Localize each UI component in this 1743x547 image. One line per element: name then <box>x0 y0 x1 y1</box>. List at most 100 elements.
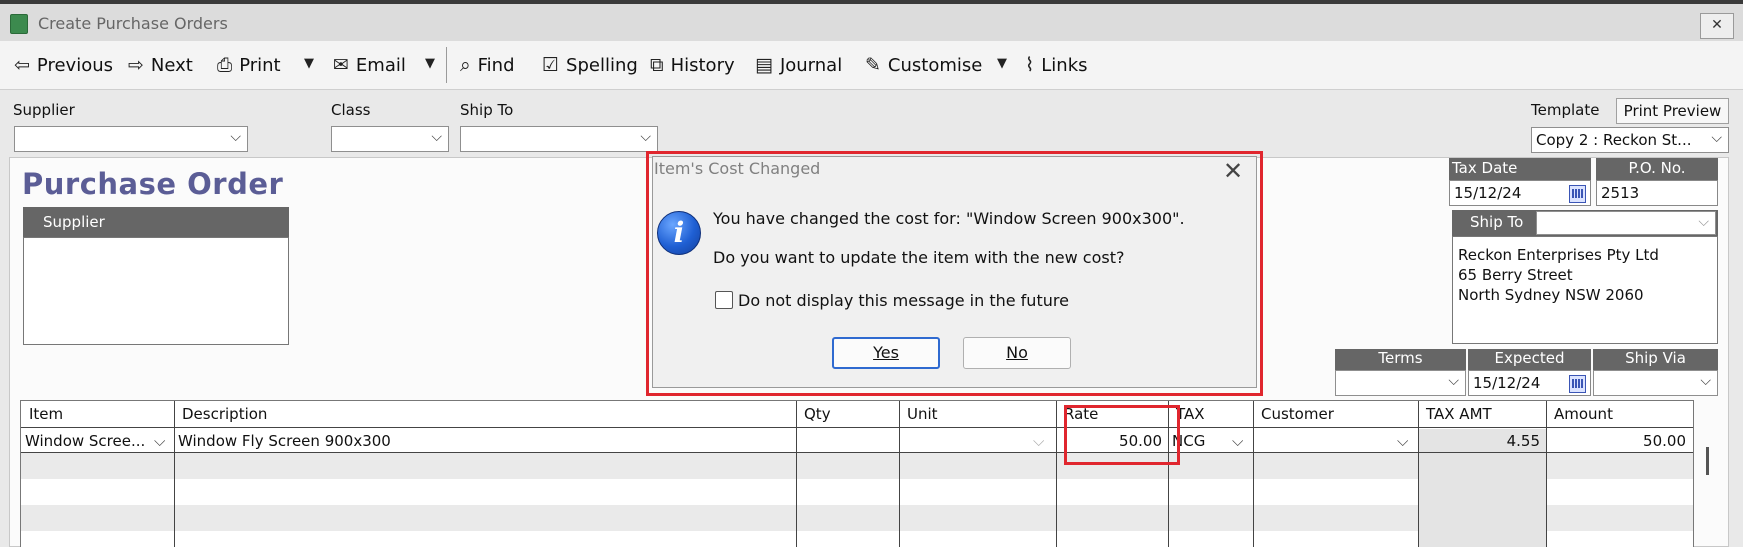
email-button[interactable]: ✉ Email <box>333 41 406 89</box>
links-button[interactable]: ⌇ Links <box>1025 41 1088 89</box>
supplier-box-header: Supplier <box>23 207 289 237</box>
ship-to-box-label: Ship To <box>1470 213 1524 231</box>
chevron-down-icon[interactable]: ⌵ <box>1232 429 1243 453</box>
cell-amount[interactable]: 50.00 <box>1546 429 1686 453</box>
column-header-unit[interactable]: Unit <box>899 401 1056 427</box>
po-no-field[interactable]: 2513 <box>1596 180 1718 206</box>
scrollbar-thumb[interactable] <box>1706 447 1709 475</box>
calendar-icon[interactable] <box>1569 185 1586 203</box>
table-header-divider <box>21 427 1693 428</box>
ship-to-address-line: 65 Berry Street <box>1458 266 1573 284</box>
po-no-header: P.O. No. <box>1596 158 1718 180</box>
window-title-bar: Create Purchase Orders ✕ <box>0 0 1743 41</box>
ship-to-address-combo[interactable]: ⌵ <box>1536 211 1716 235</box>
print-button[interactable]: ⎙ Print <box>217 41 281 89</box>
find-button[interactable]: ⌕ Find <box>460 41 515 89</box>
email-dropdown-arrow[interactable]: ▼ <box>425 56 435 71</box>
tax-date-field[interactable]: 15/12/24 <box>1449 180 1591 206</box>
next-button[interactable]: ⇨ Next <box>128 41 193 89</box>
class-label: Class <box>331 101 371 119</box>
journal-icon: ▤ <box>755 54 773 76</box>
column-header-amount[interactable]: Amount <box>1546 401 1693 427</box>
customise-icon: ✎ <box>865 54 881 76</box>
template-value: Copy 2 : Reckon St... <box>1536 131 1692 149</box>
print-label: Print <box>239 54 281 76</box>
links-label: Links <box>1041 54 1088 76</box>
expected-value: 15/12/24 <box>1473 374 1541 392</box>
chevron-down-icon: ⌵ <box>431 129 442 145</box>
highlight-box-dialog <box>646 151 1263 396</box>
expected-field[interactable]: 15/12/24 <box>1468 370 1591 396</box>
chevron-down-icon: ⌵ <box>1711 130 1722 146</box>
chevron-down-icon: ⌵ <box>1448 373 1459 389</box>
spelling-button[interactable]: ☑ Spelling <box>542 41 638 89</box>
terms-combo[interactable]: ⌵ <box>1335 370 1466 396</box>
customise-label: Customise <box>887 54 983 76</box>
template-label: Template <box>1531 101 1600 119</box>
ship-to-combo[interactable]: ⌵ <box>460 126 658 152</box>
previous-button[interactable]: ⇦ Previous <box>14 41 113 89</box>
history-icon: ⧉ <box>650 54 664 76</box>
ship-to-address-box[interactable]: Reckon Enterprises Pty Ltd 65 Berry Stre… <box>1452 236 1718 344</box>
chevron-down-icon[interactable]: ⌵ <box>1033 429 1044 453</box>
journal-button[interactable]: ▤ Journal <box>755 41 842 89</box>
column-header-item[interactable]: Item <box>21 401 174 427</box>
chevron-down-icon: ⌵ <box>230 129 241 145</box>
expected-header: Expected <box>1468 349 1591 370</box>
template-combo[interactable]: Copy 2 : Reckon St... ⌵ <box>1531 127 1729 153</box>
spelling-icon: ☑ <box>542 54 560 76</box>
ship-to-label: Ship To <box>460 101 514 119</box>
customise-dropdown-arrow[interactable]: ▼ <box>997 56 1007 71</box>
items-table: Item Description Qty Unit Rate TAX Custo… <box>20 400 1694 547</box>
column-divider <box>1693 401 1694 547</box>
paperclip-icon: ⌇ <box>1025 54 1035 76</box>
find-label: Find <box>477 54 515 76</box>
toolbar: ⇦ Previous ⇨ Next ⎙ Print ▼ ✉ Email ▼ ⌕ Find … <box>0 41 1743 90</box>
chevron-down-icon[interactable]: ⌵ <box>154 429 165 453</box>
email-icon: ✉ <box>333 54 349 76</box>
tax-date-header: Tax Date <box>1449 158 1591 180</box>
column-header-qty[interactable]: Qty <box>796 401 899 427</box>
terms-header: Terms <box>1335 349 1466 370</box>
ship-to-address-line: North Sydney NSW 2060 <box>1458 286 1644 304</box>
previous-icon: ⇦ <box>14 54 30 76</box>
calendar-icon[interactable] <box>1569 375 1586 393</box>
window-close-button[interactable]: ✕ <box>1700 13 1734 39</box>
spelling-label: Spelling <box>566 54 638 76</box>
print-preview-button[interactable]: Print Preview <box>1616 98 1729 124</box>
history-label: History <box>670 54 735 76</box>
printer-icon: ⎙ <box>217 54 233 76</box>
column-header-customer[interactable]: Customer <box>1253 401 1418 427</box>
column-header-tax[interactable]: TAX <box>1168 401 1253 427</box>
email-label: Email <box>355 54 406 76</box>
chevron-down-icon: ⌵ <box>640 129 651 145</box>
class-combo[interactable]: ⌵ <box>331 126 449 152</box>
journal-label: Journal <box>779 54 843 76</box>
find-icon: ⌕ <box>460 54 471 76</box>
print-dropdown-arrow[interactable]: ▼ <box>304 56 314 71</box>
po-no-value: 2513 <box>1601 184 1640 202</box>
supplier-address-box[interactable] <box>23 237 289 345</box>
cell-item[interactable]: Window Scree... <box>25 429 151 453</box>
column-header-tax-amt[interactable]: TAX AMT <box>1418 401 1546 427</box>
previous-label: Previous <box>36 54 113 76</box>
next-label: Next <box>150 54 193 76</box>
next-icon: ⇨ <box>128 54 144 76</box>
tax-date-value: 15/12/24 <box>1454 184 1522 202</box>
chevron-down-icon: ⌵ <box>1700 373 1711 389</box>
cell-description[interactable]: Window Fly Screen 900x300 <box>178 429 391 453</box>
toolbar-separator <box>446 47 447 83</box>
ship-via-combo[interactable]: ⌵ <box>1593 370 1718 396</box>
window-title: Create Purchase Orders <box>38 14 228 33</box>
ship-to-address-line: Reckon Enterprises Pty Ltd <box>1458 246 1659 264</box>
page-title: Purchase Order <box>22 167 284 201</box>
supplier-label: Supplier <box>13 101 75 119</box>
history-button[interactable]: ⧉ History <box>650 41 735 89</box>
chevron-down-icon[interactable]: ⌵ <box>1397 429 1408 453</box>
app-icon <box>10 14 28 34</box>
column-header-description[interactable]: Description <box>174 401 796 427</box>
customise-button[interactable]: ✎ Customise <box>865 41 982 89</box>
supplier-combo[interactable]: ⌵ <box>14 126 248 152</box>
highlight-box-rate <box>1064 405 1180 465</box>
cell-tax-amt: 4.55 <box>1506 432 1540 450</box>
